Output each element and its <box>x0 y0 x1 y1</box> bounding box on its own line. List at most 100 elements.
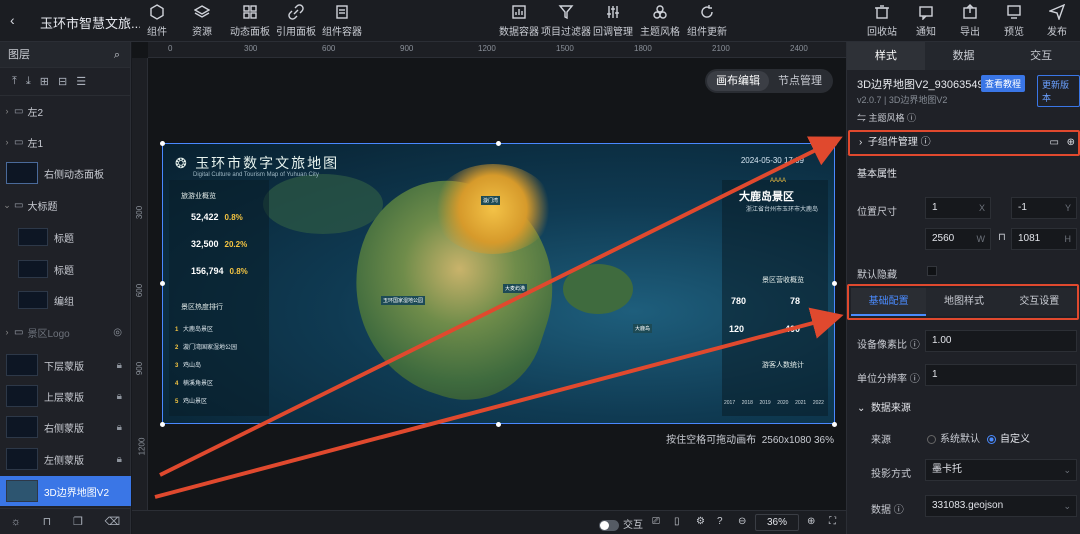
chevron-right-icon[interactable]: › <box>0 106 14 116</box>
recycle-bin-button[interactable]: 回收站 <box>867 4 897 38</box>
layer-item[interactable]: › ▭ 左1 <box>0 127 131 157</box>
layer-item[interactable]: 编组 <box>0 285 131 315</box>
panel-icon[interactable]: ▯ <box>674 516 680 527</box>
width-input[interactable]: 2560 W <box>925 228 991 250</box>
tab-interaction[interactable]: 交互 <box>1002 42 1080 70</box>
source-radio-default[interactable]: 系统默认 <box>927 430 980 445</box>
height-input[interactable]: 1081 H <box>1011 228 1077 250</box>
dynamic-panel-button[interactable]: 动态面板 <box>230 4 270 38</box>
chevron-down-icon[interactable]: ⌄ <box>0 200 14 211</box>
lock-icon[interactable]: 🔒︎ <box>117 422 122 433</box>
resize-handle[interactable] <box>832 281 837 286</box>
zoom-in-icon[interactable]: ⊕ <box>807 516 815 527</box>
component-container-button[interactable]: 组件容器 <box>322 4 362 38</box>
export-button[interactable]: 导出 <box>960 4 980 38</box>
move-top-icon[interactable]: ⤒ <box>12 75 17 88</box>
interact-toggle[interactable]: 交互 <box>599 516 643 531</box>
resources-button[interactable]: 资源 <box>192 4 212 38</box>
copy-icon[interactable]: ❐ <box>73 515 83 528</box>
logo-icon: ❂ <box>175 156 196 172</box>
zoom-out-icon[interactable]: ⊖ <box>738 516 746 527</box>
layer-item[interactable]: › ▭ 景区Logo ◎ <box>0 317 131 347</box>
lock-icon[interactable]: 🔒︎ <box>117 360 122 371</box>
reference-panel-button[interactable]: 引用面板 <box>276 4 316 38</box>
resize-handle[interactable] <box>160 422 165 427</box>
resize-handle[interactable] <box>496 141 501 146</box>
components-button[interactable]: 组件 <box>147 4 167 38</box>
export-icon <box>962 4 978 20</box>
resize-handle[interactable] <box>160 281 165 286</box>
distribute-icon[interactable]: ⊟ <box>58 75 67 88</box>
tab-node-manage[interactable]: 节点管理 <box>769 71 831 91</box>
move-bottom-icon[interactable]: ⤓ <box>26 75 31 88</box>
tab-data[interactable]: 数据 <box>925 42 1003 70</box>
layer-item[interactable]: 右侧蒙版 🔒︎ <box>0 412 131 442</box>
component-update-button[interactable]: 组件更新 <box>687 4 727 38</box>
help-icon: ⓘ <box>893 505 904 516</box>
rank-item: 4 楠溪角景区 <box>175 381 214 387</box>
fit-screen-icon[interactable]: ⛶ <box>829 516 836 527</box>
layer-item[interactable]: 标题 <box>0 254 131 284</box>
projection-label: 投影方式 <box>871 469 911 480</box>
resolution-input[interactable]: 1 <box>925 364 1077 386</box>
screenshot-icon[interactable]: ⎚ <box>652 516 660 527</box>
theme-style-link[interactable]: ⇋ 主题风格 ⓘ <box>857 111 916 124</box>
resize-handle[interactable] <box>496 422 501 427</box>
preview-button[interactable]: 预览 <box>1004 4 1024 38</box>
lock-ratio-icon[interactable]: ⊓ <box>998 232 1006 243</box>
lock-icon[interactable]: ⊓ <box>43 515 52 528</box>
tab-canvas-edit[interactable]: 画布编辑 <box>707 71 769 91</box>
theme-style-button[interactable]: 主题风格 <box>640 4 680 38</box>
zoom-level[interactable]: 36% <box>755 514 799 531</box>
align-icon[interactable]: ⊞ <box>40 75 49 88</box>
layer-item[interactable]: 下层蒙版 🔒︎ <box>0 350 131 380</box>
rank-item: 2 漩门湾国家湿地公园 <box>175 345 238 351</box>
lock-icon[interactable]: 🔒︎ <box>117 391 122 402</box>
back-icon[interactable]: ‹ <box>10 12 15 28</box>
eye-off-icon[interactable]: ◎ <box>113 327 122 338</box>
datasource-section[interactable]: ⌄ 数据来源 <box>857 399 911 414</box>
resize-handle[interactable] <box>832 422 837 427</box>
chevron-right-icon[interactable]: › <box>0 327 14 337</box>
tab-style[interactable]: 样式 <box>847 42 925 70</box>
editor-canvas[interactable]: 0 300 600 900 1200 1500 1800 2100 2400 3… <box>132 42 846 510</box>
properties-tabs: 样式 数据 交互 <box>847 42 1080 70</box>
layer-item-selected[interactable]: 3D边界地图V2 <box>0 476 131 506</box>
source-radio-custom[interactable]: 自定义 <box>987 430 1030 445</box>
resize-handle[interactable] <box>160 141 165 146</box>
y-input[interactable]: -1 Y <box>1011 197 1077 219</box>
delete-icon[interactable]: ⌫ <box>105 515 121 528</box>
search-icon[interactable]: ⌕ <box>114 42 120 68</box>
layer-item[interactable]: ⌄ ▭ 大标题 <box>0 190 131 220</box>
data-file-select[interactable]: 331083.geojson ⌄ <box>925 495 1077 517</box>
projection-select[interactable]: 墨卡托 ⌄ <box>925 459 1077 481</box>
pixel-ratio-input[interactable]: 1.00 <box>925 330 1077 352</box>
lock-icon[interactable]: 🔒︎ <box>117 454 122 465</box>
vertical-ruler[interactable]: 300 600 900 1200 <box>132 58 148 510</box>
selected-artboard[interactable]: ❂ 玉环市数字文旅地图 Digital Culture and Tourism … <box>162 143 835 424</box>
layer-item[interactable]: 上层蒙版 🔒︎ <box>0 381 131 411</box>
layer-thumbnail <box>6 162 38 184</box>
callback-manage-button[interactable]: 回调管理 <box>593 4 633 38</box>
data-container-button[interactable]: 数据容器 <box>499 4 539 38</box>
layers-footer: ☼ ⊓ ❐ ⌫ <box>0 508 131 534</box>
tutorial-button[interactable]: 查看教程 <box>981 75 1026 92</box>
layer-item[interactable]: 标题 <box>0 222 131 252</box>
project-filter-button[interactable]: 项目过滤器 <box>541 4 591 38</box>
update-version-button[interactable]: 更新版本 <box>1037 75 1080 107</box>
toggle-switch[interactable] <box>599 519 619 531</box>
layer-item[interactable]: 右侧动态面板 <box>0 158 131 188</box>
list-icon[interactable]: ☰ <box>76 75 86 88</box>
default-hidden-checkbox[interactable] <box>927 266 937 276</box>
layer-item[interactable]: › ▭ 左2 <box>0 96 131 126</box>
settings-icon[interactable]: ⚙ <box>696 516 705 527</box>
resize-handle[interactable] <box>832 141 837 146</box>
x-input[interactable]: 1X <box>925 197 991 219</box>
horizontal-ruler[interactable]: 0 300 600 900 1200 1500 1800 2100 2400 <box>148 42 846 58</box>
layer-item[interactable]: 左侧蒙版 🔒︎ <box>0 444 131 474</box>
publish-button[interactable]: 发布 <box>1047 3 1067 38</box>
notification-button[interactable]: 通知 <box>916 4 936 38</box>
bulb-icon[interactable]: ☼ <box>11 516 21 528</box>
help-icon[interactable]: ? <box>717 516 723 527</box>
chevron-right-icon[interactable]: › <box>0 137 14 147</box>
